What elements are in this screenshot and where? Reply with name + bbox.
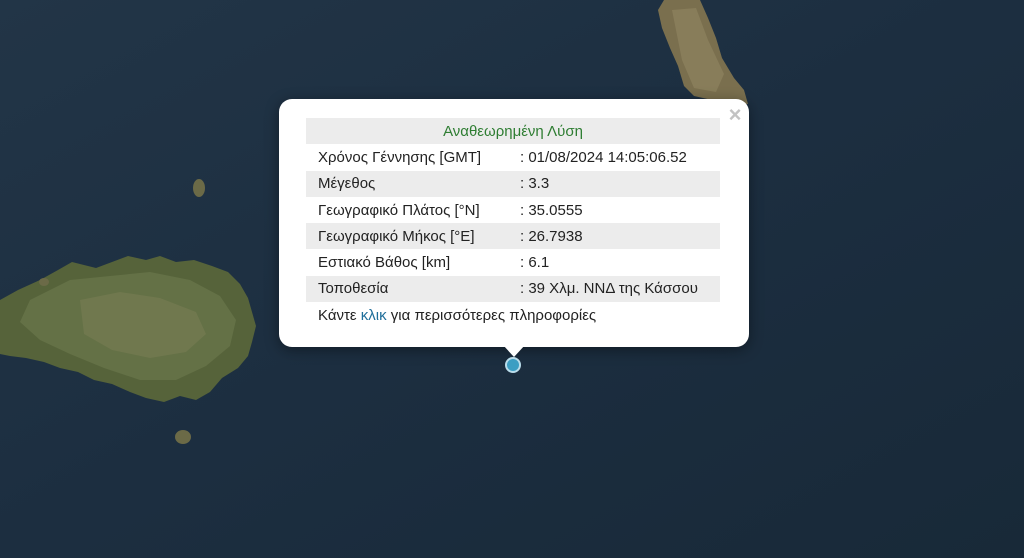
magnitude-value: : 3.3 bbox=[520, 170, 720, 197]
popup-title-row: Αναθεωρημένη Λύση bbox=[306, 118, 720, 145]
table-row: Γεωγραφικό Πλάτος [°N] : 35.0555 bbox=[306, 197, 720, 223]
origin-time-value: : 01/08/2024 14:05:06.52 bbox=[520, 148, 687, 166]
latitude-label: Γεωγραφικό Πλάτος [°N] bbox=[318, 201, 480, 219]
popup-title: Αναθεωρημένη Λύση bbox=[306, 118, 720, 145]
popup-footer-row: Κάντε κλικ για περισσότερες πληροφορίες bbox=[306, 302, 720, 328]
popup-pointer bbox=[503, 345, 525, 357]
longitude-label: Γεωγραφικό Μήκος [°E] bbox=[306, 223, 520, 250]
magnitude-label: Μέγεθος bbox=[306, 170, 520, 197]
more-info-link[interactable]: κλικ bbox=[361, 307, 387, 324]
location-value: : 39 Χλμ. ΝΝΔ της Κάσσου bbox=[520, 275, 720, 303]
table-row: Εστιακό Βάθος [km] : 6.1 bbox=[306, 249, 720, 275]
close-icon[interactable]: × bbox=[724, 103, 746, 127]
depth-label: Εστιακό Βάθος [km] bbox=[318, 254, 451, 272]
footer-text-after: για περισσότερες πληροφορίες bbox=[386, 306, 597, 324]
earthquake-marker[interactable] bbox=[505, 357, 521, 373]
islet-south bbox=[175, 430, 191, 444]
origin-time-label: Χρόνος Γέννησης [GMT] bbox=[318, 148, 482, 166]
table-row: Χρόνος Γέννησης [GMT] : 01/08/2024 14:05… bbox=[306, 144, 720, 170]
islet-north bbox=[193, 179, 205, 197]
latitude-value: : 35.0555 bbox=[520, 201, 583, 219]
earthquake-info-table: Αναθεωρημένη Λύση Χρόνος Γέννησης [GMT] … bbox=[306, 118, 720, 328]
islet-west bbox=[39, 278, 49, 286]
earthquake-popup: Αναθεωρημένη Λύση Χρόνος Γέννησης [GMT] … bbox=[279, 99, 749, 347]
footer-text-before: Κάντε bbox=[318, 306, 361, 324]
longitude-value: : 26.7938 bbox=[520, 223, 720, 250]
location-label: Τοποθεσία bbox=[306, 275, 520, 303]
depth-value: : 6.1 bbox=[520, 254, 550, 272]
popup-footer: Κάντε κλικ για περισσότερες πληροφορίες bbox=[306, 302, 720, 328]
table-row: Μέγεθος : 3.3 bbox=[306, 170, 720, 197]
table-row: Γεωγραφικό Μήκος [°E] : 26.7938 bbox=[306, 223, 720, 250]
table-row: Τοποθεσία : 39 Χλμ. ΝΝΔ της Κάσσου bbox=[306, 275, 720, 303]
